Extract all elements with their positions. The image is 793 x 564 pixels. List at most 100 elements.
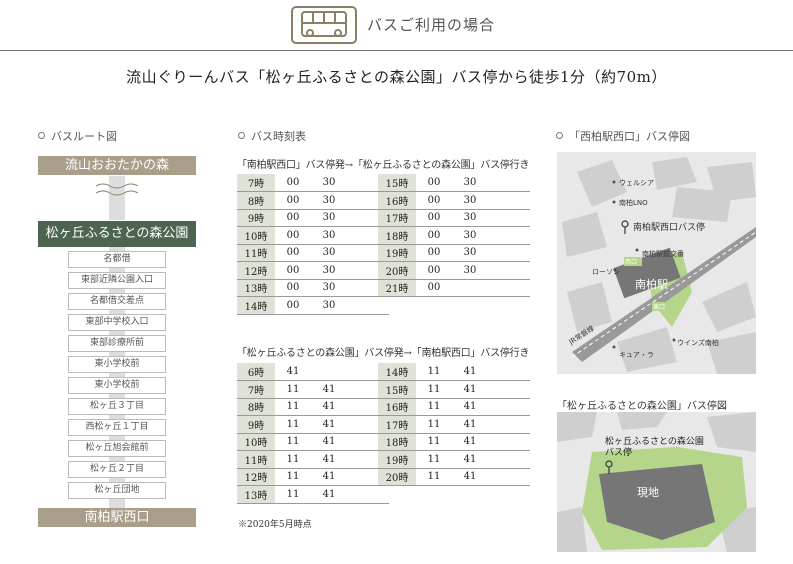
outbound-table-left: 7時 00 30 8時 00 30 9時 00 30 10時 00 30 11時 00 30 12時 00 30 1… <box>237 174 389 315</box>
minute-cell: 00 <box>275 174 311 192</box>
route-stop: 松ヶ丘団地 <box>68 482 166 499</box>
route-stop: 松ヶ丘３丁目 <box>68 398 166 415</box>
minute-cell: 11 <box>416 433 452 451</box>
hour-cell: 20時 <box>378 261 416 280</box>
timetable-row: 6時 41 <box>237 363 389 381</box>
hour-cell: 14時 <box>237 296 275 315</box>
site-label: 現地 <box>637 486 659 499</box>
timetable-row: 20時 11 41 <box>378 468 530 486</box>
minute-cell: 41 <box>452 450 488 469</box>
bus-icon <box>291 6 357 44</box>
hour-cell: 17時 <box>378 415 416 434</box>
hour-cell: 13時 <box>237 485 275 504</box>
minute-cell: 00 <box>275 191 311 210</box>
minute-cell: 30 <box>311 209 347 227</box>
minute-cell: 00 <box>416 279 452 297</box>
hour-cell: 18時 <box>378 226 416 245</box>
spacer-cell <box>488 415 530 434</box>
hour-cell: 6時 <box>237 363 275 381</box>
minute-cell: 30 <box>452 261 488 280</box>
spacer-cell <box>488 363 530 381</box>
map-label-winds: ウインズ南柏 <box>677 338 719 347</box>
timetable-row: 16時 11 41 <box>378 398 530 416</box>
minute-cell: 11 <box>275 450 311 469</box>
timetable-row: 9時 00 30 <box>237 209 389 227</box>
spacer-cell <box>488 468 530 486</box>
timetable-row: 8時 11 41 <box>237 398 389 416</box>
spacer-cell <box>488 398 530 416</box>
minute-cell: 11 <box>416 415 452 434</box>
minute-cell: 41 <box>311 433 347 451</box>
timetable-row: 14時 00 30 <box>237 296 389 315</box>
minute-cell: 41 <box>311 485 347 504</box>
minute-cell: 30 <box>311 226 347 245</box>
minute-cell: 00 <box>275 296 311 315</box>
minute-cell: 00 <box>416 226 452 245</box>
minute-cell: 11 <box>416 380 452 399</box>
hour-cell: 8時 <box>237 191 275 210</box>
inbound-caption: 「松ヶ丘ふるさとの森公園」バス停発→「南柏駅西口」バス停行き <box>237 348 530 359</box>
divider <box>0 50 793 51</box>
hour-cell: 14時 <box>378 363 416 381</box>
map-label-cuela: キュア・ラ <box>619 351 654 359</box>
timetable-row: 11時 00 30 <box>237 244 389 262</box>
map-label-wellsia: ウェルシア <box>619 179 654 187</box>
minute-cell: 30 <box>452 191 488 210</box>
hour-cell: 10時 <box>237 433 275 451</box>
minute-cell: 41 <box>311 415 347 434</box>
map-label-lno: 南柏LNO <box>619 198 648 207</box>
route-stop: 東部近隣公園入口 <box>68 272 166 289</box>
route-highlight-stop: 松ヶ丘ふるさとの森公園 <box>38 221 196 247</box>
spacer-cell <box>488 433 530 451</box>
spacer-cell <box>488 209 530 227</box>
route-wave-graphic <box>95 176 139 220</box>
hour-cell: 12時 <box>237 261 275 280</box>
timetable-row: 13時 00 30 <box>237 279 389 297</box>
minute-cell: 30 <box>311 174 347 192</box>
route-stop: 名都借 <box>68 251 166 268</box>
route-stop: 松ヶ丘２丁目 <box>68 461 166 478</box>
hour-cell: 16時 <box>378 398 416 416</box>
route-stop: 東部診療所前 <box>68 335 166 352</box>
minute-cell: 41 <box>311 398 347 416</box>
hour-cell: 19時 <box>378 450 416 469</box>
hour-cell: 7時 <box>237 380 275 399</box>
minute-cell: 11 <box>275 433 311 451</box>
map-label-bus-stop: 南柏駅西口バス停 <box>633 221 705 233</box>
timetable-row: 13時 11 41 <box>237 485 389 504</box>
timetable-row: 11時 11 41 <box>237 450 389 469</box>
map-label-west: 西口 <box>625 259 637 266</box>
map1-title: 「西柏駅西口」バス停図 <box>556 128 690 144</box>
hour-cell: 10時 <box>237 226 275 245</box>
map-label-east: 東口 <box>653 303 665 311</box>
minute-cell: 11 <box>275 485 311 504</box>
spacer-cell <box>488 279 530 297</box>
route-stop: 東小学校前 <box>68 356 166 373</box>
minute-cell: 00 <box>416 191 452 210</box>
hour-cell: 9時 <box>237 415 275 434</box>
timetable-row: 19時 11 41 <box>378 450 530 469</box>
hour-cell: 11時 <box>237 450 275 469</box>
inbound-table-right: 14時 11 41 15時 11 41 16時 11 41 17時 11 41 18時 11 41 19時 11… <box>378 363 530 486</box>
timetable-row: 7時 00 30 <box>237 174 389 192</box>
timetable-row: 12時 00 30 <box>237 261 389 280</box>
timetable-row: 19時 00 30 <box>378 244 530 262</box>
section-title: バスご利用の場合 <box>367 16 496 34</box>
minute-cell: 30 <box>311 261 347 280</box>
timetable-title: バス時刻表 <box>238 128 306 144</box>
hour-cell: 21時 <box>378 279 416 297</box>
timetable-row: 10時 00 30 <box>237 226 389 245</box>
circle-icon <box>38 132 45 139</box>
timetable-row: 12時 11 41 <box>237 468 389 486</box>
minute-cell: 41 <box>275 363 311 381</box>
minute-cell: 11 <box>275 398 311 416</box>
minute-cell: 11 <box>416 398 452 416</box>
route-end: 南柏駅西口 <box>38 508 196 527</box>
minute-cell: 00 <box>275 279 311 297</box>
minute-cell: 00 <box>416 209 452 227</box>
minute-cell: 11 <box>416 363 452 381</box>
minute-cell: 41 <box>311 450 347 469</box>
hour-cell: 15時 <box>378 174 416 192</box>
minute-cell: 30 <box>311 296 347 315</box>
minute-cell: 11 <box>275 380 311 399</box>
